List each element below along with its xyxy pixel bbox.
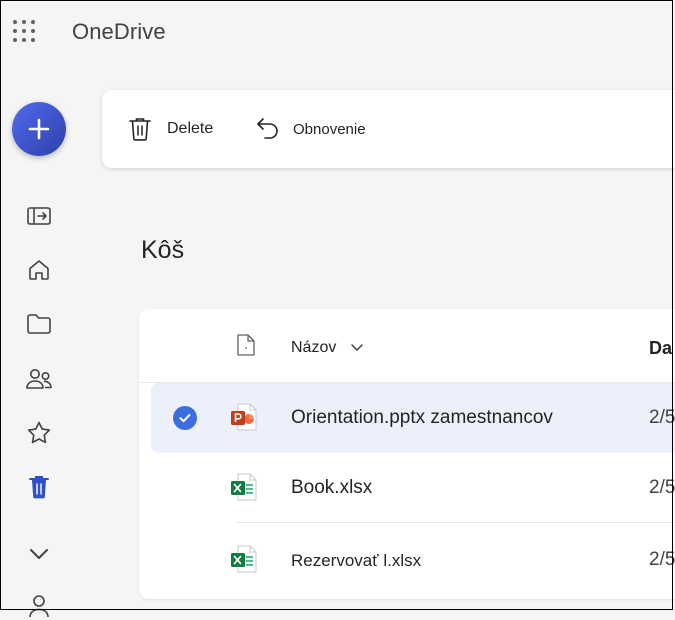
- plus-icon: [28, 118, 50, 140]
- delete-label: Delete: [167, 120, 214, 137]
- file-date: 2/5: [649, 549, 675, 570]
- favorites-star-icon[interactable]: [24, 418, 54, 448]
- app-launcher-icon[interactable]: [12, 19, 36, 43]
- my-files-icon[interactable]: [24, 309, 54, 339]
- list-item[interactable]: Book.xlsx 2/5: [151, 453, 675, 523]
- recycle-bin-icon[interactable]: [24, 472, 54, 502]
- page-title: Kôš: [141, 236, 185, 264]
- row-divider: [236, 522, 675, 523]
- home-icon[interactable]: [24, 255, 54, 285]
- list-item[interactable]: Orientation.pptx zamestnancov 2/5: [151, 383, 675, 453]
- excel-file-icon: [230, 544, 258, 579]
- column-header-date[interactable]: Da: [649, 338, 672, 359]
- restore-label: Obnovenie: [293, 120, 366, 138]
- file-type-column-icon[interactable]: [236, 333, 256, 362]
- powerpoint-file-icon: [230, 402, 258, 437]
- row-checkmark-icon[interactable]: [173, 406, 197, 430]
- delete-trash-icon: [129, 118, 151, 141]
- file-name[interactable]: Rezervovať l.xlsx: [291, 551, 421, 571]
- delete-button[interactable]: Delete: [128, 90, 213, 168]
- app-title[interactable]: OneDrive: [72, 19, 166, 45]
- column-header-name-label: Názov: [291, 339, 337, 356]
- file-list: Názov Da Orientation.pptx zamestnancov 2…: [139, 309, 675, 599]
- account-person-icon[interactable]: [24, 590, 54, 620]
- column-header-name[interactable]: Názov: [291, 339, 364, 357]
- excel-file-icon: [230, 472, 258, 507]
- shared-people-icon[interactable]: [24, 364, 54, 394]
- restore-button[interactable]: Obnovenie: [255, 90, 366, 168]
- undo-restore-icon: [257, 118, 278, 139]
- list-header: Názov Da: [139, 309, 675, 383]
- file-name[interactable]: Book.xlsx: [291, 477, 372, 499]
- file-name[interactable]: Orientation.pptx zamestnancov: [291, 407, 553, 429]
- list-item[interactable]: Rezervovať l.xlsx 2/5: [151, 525, 675, 595]
- more-chevron-down-icon[interactable]: [24, 539, 54, 569]
- create-new-button[interactable]: [12, 102, 66, 156]
- sort-chevron-down-icon: [351, 344, 364, 351]
- command-bar: Delete Obnovenie: [102, 90, 675, 168]
- file-date: 2/5: [649, 407, 675, 428]
- file-date: 2/5: [649, 477, 675, 498]
- collapse-nav-icon[interactable]: [24, 201, 54, 231]
